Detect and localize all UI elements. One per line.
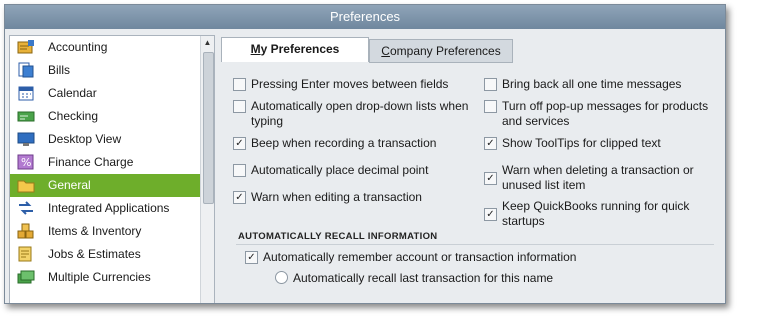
items-inventory-icon	[17, 223, 35, 239]
sidebar-item-label: Checking	[48, 109, 99, 123]
svg-text:%: %	[21, 156, 31, 169]
scroll-up-arrow-icon[interactable]: ▲	[201, 36, 214, 50]
pressing-enter-checkbox[interactable]	[233, 78, 246, 91]
sidebar-item-desktop-view[interactable]: Desktop View	[10, 128, 214, 151]
sidebar-item-label: Jobs & Estimates	[48, 247, 141, 261]
tab-company-preferences[interactable]: Company Preferences	[369, 39, 513, 63]
sidebar-item-bills[interactable]: Bills	[10, 59, 214, 82]
recall-last-transaction-radio[interactable]	[275, 271, 288, 284]
sidebar-item-jobs-estimates[interactable]: Jobs & Estimates	[10, 243, 214, 266]
recall-section-title: AUTOMATICALLY RECALL INFORMATION	[238, 231, 438, 242]
jobs-estimates-icon	[17, 246, 35, 262]
show-tooltips-checkbox[interactable]: ✓	[484, 137, 497, 150]
auto-open-dropdown-checkbox[interactable]	[233, 100, 246, 113]
tab-my-preferences[interactable]: My Preferences	[221, 37, 369, 62]
sidebar-item-checking[interactable]: Checking	[10, 105, 214, 128]
beep-checkbox[interactable]: ✓	[233, 137, 246, 150]
keep-running-checkbox[interactable]: ✓	[484, 208, 497, 221]
sidebar-item-label: Integrated Applications	[48, 201, 170, 215]
integrated-applications-icon	[17, 200, 35, 216]
scroll-thumb[interactable]	[203, 52, 214, 204]
bills-icon	[17, 62, 35, 78]
bring-back-messages-checkbox[interactable]	[484, 78, 497, 91]
sidebar-item-label: Multiple Currencies	[48, 270, 151, 284]
sidebar-item-multiple-currencies[interactable]: Multiple Currencies	[10, 266, 214, 289]
general-folder-icon	[17, 177, 35, 193]
sidebar-item-label: General	[48, 178, 91, 192]
finance-charge-icon: %	[17, 154, 35, 170]
sidebar-item-label: Accounting	[48, 40, 108, 54]
desktop-view-icon	[17, 131, 35, 147]
accounting-icon	[17, 39, 35, 55]
calendar-icon	[17, 85, 35, 101]
turn-off-popups-checkbox[interactable]	[484, 100, 497, 113]
checking-icon	[17, 108, 35, 124]
sidebar-item-label: Calendar	[48, 86, 97, 100]
section-divider	[236, 244, 714, 245]
sidebar-item-label: Items & Inventory	[48, 224, 142, 238]
sidebar-item-label: Finance Charge	[48, 155, 134, 169]
window-title: Preferences	[5, 5, 725, 29]
warn-editing-checkbox[interactable]: ✓	[233, 191, 246, 204]
sidebar-item-general[interactable]: General	[10, 174, 214, 197]
sidebar-item-items-inventory[interactable]: Items & Inventory	[10, 220, 214, 243]
sidebar-item-accounting[interactable]: Accounting	[10, 36, 214, 59]
decimal-point-checkbox[interactable]	[233, 164, 246, 177]
sidebar-scrollbar[interactable]: ▲	[200, 36, 214, 303]
remember-account-checkbox[interactable]: ✓	[245, 251, 258, 264]
sidebar-item-calendar[interactable]: Calendar	[10, 82, 214, 105]
sidebar-item-label: Desktop View	[48, 132, 122, 146]
warn-deleting-checkbox[interactable]: ✓	[484, 172, 497, 185]
sidebar-item-finance-charge[interactable]: % Finance Charge	[10, 151, 214, 174]
multiple-currencies-icon	[17, 269, 35, 285]
sidebar-item-integrated-applications[interactable]: Integrated Applications	[10, 197, 214, 220]
sidebar-item-label: Bills	[48, 63, 71, 77]
preferences-category-list: Accounting Bills Calendar Checking Deskt…	[9, 35, 215, 303]
